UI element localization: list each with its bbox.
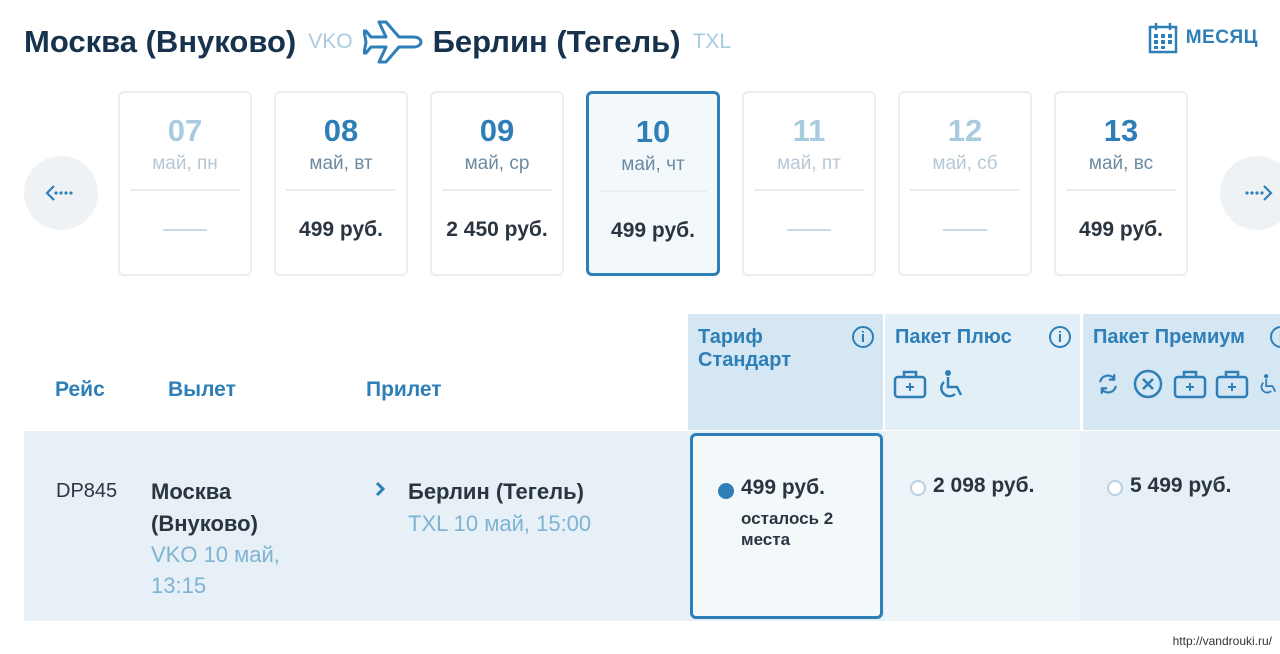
tariff-premium-features	[1093, 368, 1280, 400]
day-card-11[interactable]: 11 май, пт	[742, 91, 876, 276]
column-header-departure: Вылет	[168, 378, 236, 401]
fare-price-standard: 499 руб.	[741, 476, 825, 499]
day-weekday: май, вс	[1088, 153, 1154, 174]
info-icon[interactable]: i	[1270, 326, 1280, 348]
tariff-name-standard: Тариф Стандарт	[698, 326, 792, 371]
wheelchair-icon	[940, 370, 963, 398]
arrow-left-icon	[45, 185, 73, 201]
day-number: 13	[1103, 113, 1139, 148]
day-card-10[interactable]: 10 май, чт 499 руб.	[586, 91, 720, 276]
day-number: 10	[635, 114, 671, 149]
fare-radio-premium[interactable]	[1107, 480, 1123, 496]
day-card-13[interactable]: 13 май, вс 499 руб.	[1054, 91, 1188, 276]
day-divider	[442, 189, 552, 191]
info-icon[interactable]: i	[1049, 326, 1071, 348]
day-weekday: май, ср	[464, 153, 530, 174]
day-divider	[1066, 189, 1176, 191]
baggage-icon	[893, 370, 927, 399]
plane-icon	[362, 20, 423, 64]
day-weekday: май, вт	[309, 153, 373, 174]
day-number: 08	[323, 113, 359, 148]
no-price-dash	[163, 229, 207, 231]
next-days-button[interactable]	[1220, 156, 1280, 230]
day-divider	[286, 189, 396, 191]
origin-code: VKO	[308, 30, 353, 53]
baggage-icon	[1215, 370, 1249, 399]
fare-radio-plus[interactable]	[910, 480, 926, 496]
source-url: http://vandrouki.ru/	[1172, 634, 1272, 648]
tariff-header-standard: Тариф Стандарт i	[688, 314, 883, 430]
route-header: Москва (Внуково) VKO Берлин (Тегель) TXL	[24, 20, 731, 64]
wheelchair-icon	[1260, 374, 1277, 394]
destination-city: Берлин (Тегель)	[432, 24, 681, 59]
day-divider	[754, 189, 864, 191]
day-number: 09	[479, 113, 515, 148]
day-weekday: май, сб	[932, 153, 998, 174]
day-price: 499 руб.	[611, 219, 695, 242]
arrow-right-icon	[1245, 185, 1273, 201]
fare-price-premium: 5 499 руб.	[1130, 474, 1232, 497]
day-number: 11	[792, 113, 826, 148]
fare-radio-standard[interactable]	[718, 483, 734, 499]
tariff-header-plus: Пакет Плюс i	[885, 314, 1080, 430]
column-header-arrival: Прилет	[366, 378, 442, 401]
fare-option-plus[interactable]: 2 098 руб.	[885, 431, 1080, 621]
day-number: 07	[167, 113, 203, 148]
day-price: 2 450 руб.	[446, 218, 548, 241]
fare-option-premium[interactable]: 5 499 руб.	[1083, 431, 1280, 621]
day-divider	[130, 189, 240, 191]
baggage-icon	[1173, 370, 1207, 399]
day-weekday: май, пт	[777, 153, 841, 174]
origin-city: Москва (Внуково)	[24, 24, 297, 59]
calendar-icon	[1148, 23, 1177, 54]
tariff-plus-features	[893, 368, 977, 400]
exchange-icon	[1098, 374, 1118, 394]
month-button[interactable]: МЕСЯЦ	[1148, 22, 1258, 54]
day-card-09[interactable]: 09 май, ср 2 450 руб.	[430, 91, 564, 276]
arrival-time: TXL 10 май, 15:00	[408, 511, 592, 536]
day-weekday: май, чт	[621, 154, 685, 175]
tariff-name-premium: Пакет Премиум	[1093, 326, 1245, 348]
arrival-city: Берлин (Тегель)	[408, 479, 584, 504]
no-price-dash	[943, 229, 987, 231]
info-icon[interactable]: i	[852, 326, 874, 348]
fare-option-standard[interactable]: 499 руб. осталось 2 места	[690, 433, 883, 619]
tariff-name-plus: Пакет Плюс	[895, 326, 1012, 348]
departure-time: VKO 10 май, 13:15	[151, 542, 280, 598]
day-divider	[599, 190, 707, 192]
tariff-header-premium: Пакет Премиум i	[1083, 314, 1280, 430]
prev-days-button[interactable]	[24, 156, 98, 230]
day-card-07[interactable]: 07 май, пн	[118, 91, 252, 276]
day-weekday: май, пн	[152, 153, 218, 174]
day-price: 499 руб.	[299, 218, 383, 241]
day-card-12[interactable]: 12 май, сб	[898, 91, 1032, 276]
chevron-right-icon	[375, 481, 386, 497]
day-price: 499 руб.	[1079, 218, 1163, 241]
departure-city: Москва (Внуково)	[151, 479, 258, 536]
flight-number: DP845	[56, 480, 118, 502]
cancel-icon	[1133, 369, 1163, 399]
seats-left-note: осталось 2 места	[741, 509, 834, 549]
day-divider	[910, 189, 1020, 191]
day-card-08[interactable]: 08 май, вт 499 руб.	[274, 91, 408, 276]
fare-price-plus: 2 098 руб.	[933, 474, 1035, 497]
month-button-label: МЕСЯЦ	[1185, 27, 1258, 48]
destination-code: TXL	[692, 30, 732, 53]
column-header-flight: Рейс	[55, 378, 105, 401]
no-price-dash	[787, 229, 831, 231]
day-number: 12	[947, 113, 983, 148]
